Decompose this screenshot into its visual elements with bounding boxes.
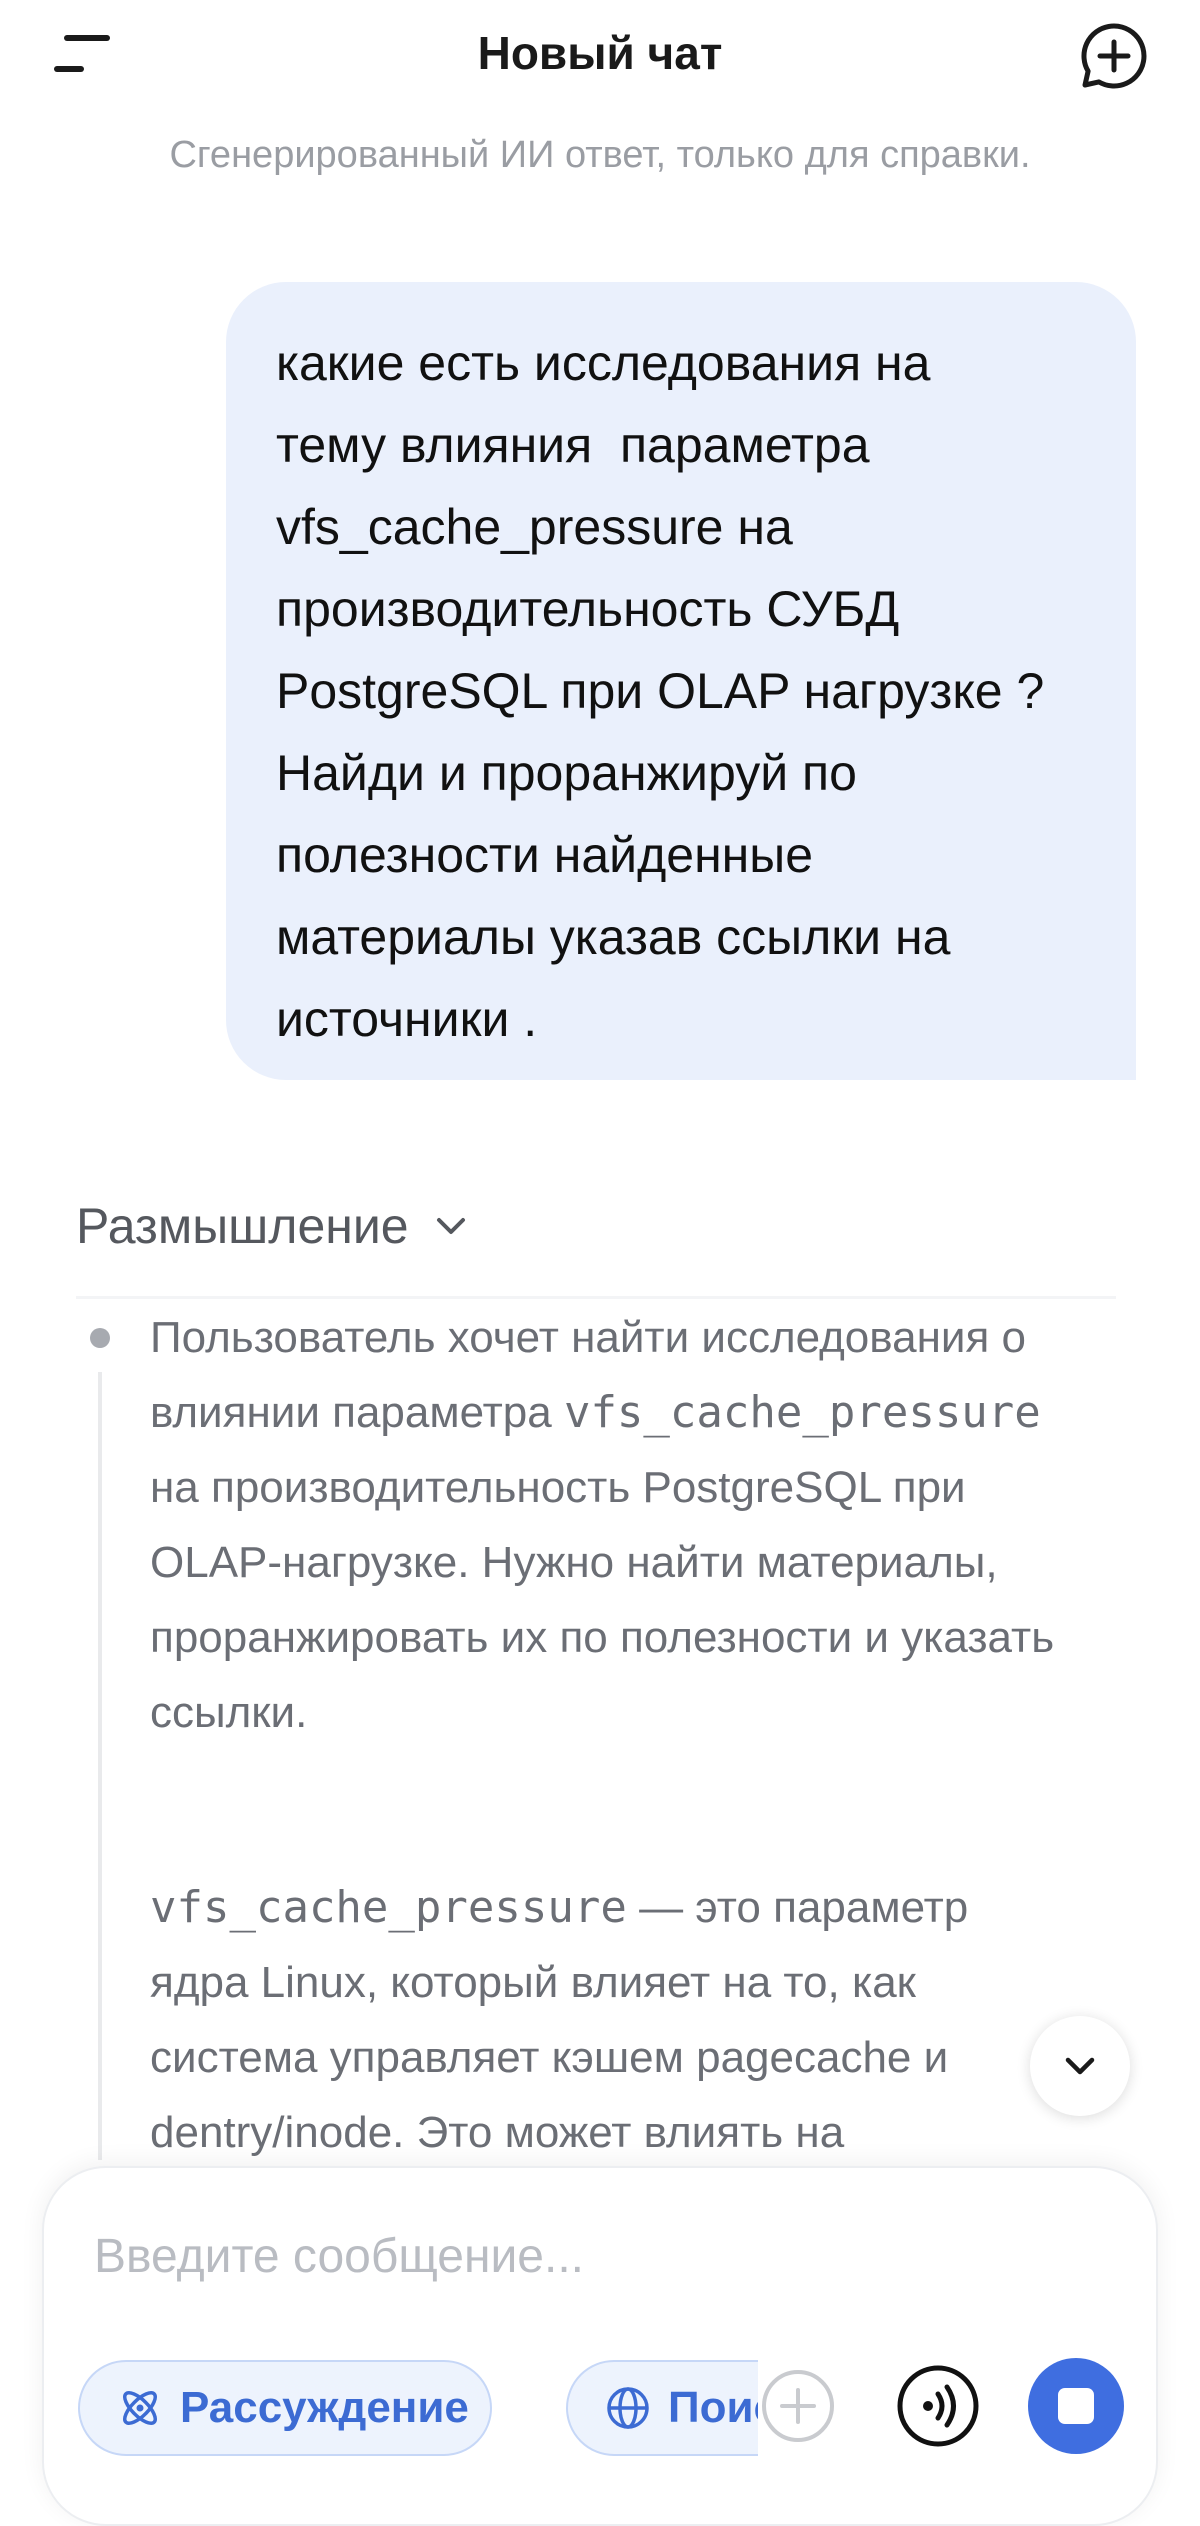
mode-chips: Рассуждение Поиск [78, 2356, 758, 2466]
atom-icon [123, 2391, 157, 2425]
chevron-down-icon [1065, 2057, 1095, 2075]
stop-icon [1058, 2388, 1094, 2424]
stop-generation-button[interactable] [1028, 2358, 1124, 2454]
user-message-text: какие есть исследования на тему влияния … [276, 335, 1045, 1047]
reasoning-text: на производительность PostgreSQL при OLA… [150, 1463, 1055, 1737]
header: Новый чат [0, 0, 1200, 112]
plus-circle-icon[interactable] [1078, 20, 1150, 92]
plus-circle-icon [762, 2370, 834, 2442]
reasoning-mode-button[interactable]: Рассуждение [78, 2360, 492, 2456]
search-mode-label: Поиск [668, 2383, 758, 2432]
ai-disclaimer: Сгенерированный ИИ ответ, только для спр… [169, 134, 1031, 176]
bullet-dot [90, 1328, 110, 1348]
voice-button[interactable] [896, 2364, 980, 2448]
search-mode-button[interactable]: Поиск [566, 2360, 758, 2456]
chevron-down-icon [436, 1218, 465, 1234]
attach-button[interactable] [760, 2368, 836, 2444]
voice-wave-icon [897, 2365, 979, 2447]
reasoning-toggle[interactable]: Размышление [76, 1196, 471, 1256]
reasoning-label: Размышление [76, 1198, 409, 1254]
user-message-bubble: какие есть исследования на тему влияния … [226, 282, 1136, 1080]
reasoning-body: Пользователь хочет найти исследования о … [0, 1300, 1200, 2160]
message-composer: Рассуждение Поиск [42, 2166, 1158, 2526]
message-input[interactable] [94, 2216, 1074, 2296]
reasoning-paragraph: Пользователь хочет найти исследования о … [150, 1300, 1070, 1750]
code-inline: vfs_cache_pressure [563, 1387, 1041, 1438]
divider [76, 1296, 1116, 1299]
scroll-down-button[interactable] [1030, 2016, 1130, 2116]
globe-icon [607, 2387, 649, 2429]
reasoning-mode-label: Рассуждение [180, 2383, 469, 2432]
page-title: Новый чат [477, 27, 723, 79]
reasoning-rail [98, 1372, 102, 2160]
reasoning-paragraph: vfs_cache_pressure — это параметр ядра L… [150, 1870, 1070, 2160]
code-inline: vfs_cache_pressure [150, 1882, 627, 1933]
